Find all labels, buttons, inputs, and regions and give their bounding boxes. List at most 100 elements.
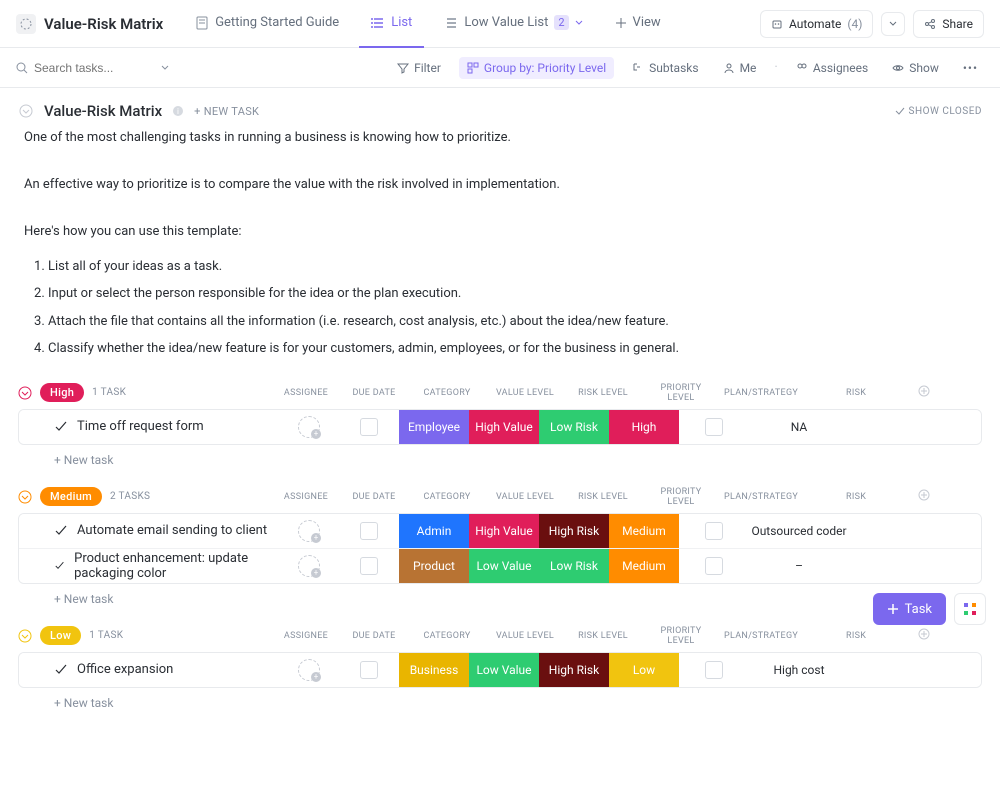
plan-attach[interactable] xyxy=(705,557,723,575)
automate-dropdown[interactable] xyxy=(881,12,905,36)
check-icon[interactable] xyxy=(55,421,67,433)
add-task-button[interactable]: + New task xyxy=(18,445,982,467)
group-medium: Medium 2 TASKS ASSIGNEE DUE DATE CATEGOR… xyxy=(18,481,982,606)
value-level-cell[interactable]: High Value xyxy=(469,514,539,548)
filter-button[interactable]: Filter xyxy=(391,57,447,79)
risk-level-cell[interactable]: High Risk xyxy=(539,514,609,548)
more-menu[interactable]: ••• xyxy=(957,57,984,79)
due-date-add[interactable] xyxy=(360,661,378,679)
risk-text[interactable]: NA xyxy=(749,420,849,434)
tab-add-view[interactable]: View xyxy=(603,0,673,48)
due-date-add[interactable] xyxy=(360,418,378,436)
col-assignee: ASSIGNEE xyxy=(276,631,336,641)
value-level-cell[interactable]: High Value xyxy=(469,410,539,444)
col-category: CATEGORY xyxy=(412,388,482,398)
tab-low-value-list[interactable]: Low Value List 2 xyxy=(432,0,594,48)
priority-cell[interactable]: Medium xyxy=(609,549,679,583)
step-item: Classify whether the idea/new feature is… xyxy=(48,335,976,362)
task-row[interactable]: Time off request form Employee High Valu… xyxy=(19,410,981,444)
list-icon xyxy=(16,14,36,34)
subtasks-button[interactable]: Subtasks xyxy=(626,57,704,79)
step-item: Input or select the person responsible f… xyxy=(48,280,976,307)
tab-getting-started[interactable]: Getting Started Guide xyxy=(183,0,351,48)
category-cell[interactable]: Business xyxy=(399,653,469,687)
col-value-level: VALUE LEVEL xyxy=(490,388,560,398)
new-task-link[interactable]: + NEW TASK xyxy=(194,105,259,118)
risk-level-cell[interactable]: Low Risk xyxy=(539,549,609,583)
search-input[interactable] xyxy=(34,61,154,75)
priority-cell[interactable]: Medium xyxy=(609,514,679,548)
due-date-add[interactable] xyxy=(360,557,378,575)
col-value-level: VALUE LEVEL xyxy=(490,631,560,641)
collapse-icon[interactable] xyxy=(18,629,32,643)
share-button[interactable]: Share xyxy=(913,10,984,38)
category-cell[interactable]: Employee xyxy=(399,410,469,444)
filter-icon xyxy=(397,62,409,74)
list-view-icon xyxy=(444,16,458,30)
risk-text[interactable]: – xyxy=(749,559,849,573)
add-column-button[interactable] xyxy=(914,628,934,643)
page-title: Value-Risk Matrix xyxy=(44,15,163,33)
task-rows: Time off request form Employee High Valu… xyxy=(18,409,982,445)
check-icon[interactable] xyxy=(55,560,64,572)
new-task-fab[interactable]: Task xyxy=(873,593,946,625)
assignee-add[interactable] xyxy=(298,659,320,681)
task-rows: Automate email sending to client Admin H… xyxy=(18,513,982,584)
chevron-down-icon[interactable] xyxy=(18,103,34,119)
add-column-button[interactable] xyxy=(914,385,934,400)
col-risk: RISK xyxy=(806,388,906,398)
col-priority-level: PRIORITY LEVEL xyxy=(646,487,716,507)
due-date-add[interactable] xyxy=(360,522,378,540)
risk-text[interactable]: High cost xyxy=(749,663,849,677)
category-cell[interactable]: Admin xyxy=(399,514,469,548)
assignee-add[interactable] xyxy=(298,416,320,438)
collapse-icon[interactable] xyxy=(18,386,32,400)
automate-button[interactable]: Automate (4) xyxy=(760,10,873,38)
add-column-button[interactable] xyxy=(914,489,934,504)
me-button[interactable]: Me xyxy=(717,57,763,79)
chevron-down-icon[interactable] xyxy=(160,63,170,73)
person-icon xyxy=(723,62,735,74)
search-box[interactable] xyxy=(16,61,170,75)
col-plan: PLAN/STRATEGY xyxy=(724,492,798,502)
task-row[interactable]: Product enhancement: update packaging co… xyxy=(19,549,981,583)
collapse-icon[interactable] xyxy=(18,490,32,504)
task-name: Time off request form xyxy=(77,419,204,434)
priority-cell[interactable]: High xyxy=(609,410,679,444)
col-due-date: DUE DATE xyxy=(344,388,404,398)
assignee-add[interactable] xyxy=(298,555,320,577)
show-closed-toggle[interactable]: SHOW CLOSED xyxy=(895,106,982,117)
info-icon[interactable]: i xyxy=(172,105,184,117)
plan-attach[interactable] xyxy=(705,418,723,436)
assignees-button[interactable]: Assignees xyxy=(790,57,874,79)
tab-list[interactable]: List xyxy=(359,0,424,48)
plan-attach[interactable] xyxy=(705,661,723,679)
group-by-button[interactable]: Group by: Priority Level xyxy=(459,57,614,79)
apps-fab[interactable] xyxy=(954,593,986,625)
add-task-button[interactable]: + New task xyxy=(18,688,982,710)
task-row[interactable]: Office expansion Business Low Value High… xyxy=(19,653,981,687)
col-plan: PLAN/STRATEGY xyxy=(724,631,798,641)
show-button[interactable]: Show xyxy=(886,57,945,79)
assignee-add[interactable] xyxy=(298,520,320,542)
check-icon[interactable] xyxy=(55,664,67,676)
check-icon[interactable] xyxy=(55,525,67,537)
add-task-button[interactable]: + New task xyxy=(18,584,982,606)
risk-level-cell[interactable]: High Risk xyxy=(539,653,609,687)
priority-badge[interactable]: High xyxy=(40,383,84,402)
list-title: Value-Risk Matrix xyxy=(44,102,162,120)
category-cell[interactable]: Product xyxy=(399,549,469,583)
risk-level-cell[interactable]: Low Risk xyxy=(539,410,609,444)
risk-text[interactable]: Outsourced coder xyxy=(749,524,849,538)
priority-cell[interactable]: Low xyxy=(609,653,679,687)
value-level-cell[interactable]: Low Value xyxy=(469,549,539,583)
priority-badge[interactable]: Low xyxy=(40,626,81,645)
robot-icon xyxy=(771,18,783,30)
chevron-down-icon xyxy=(575,19,583,27)
task-row[interactable]: Automate email sending to client Admin H… xyxy=(19,514,981,549)
priority-badge[interactable]: Medium xyxy=(40,487,102,506)
plan-attach[interactable] xyxy=(705,522,723,540)
col-priority-level: PRIORITY LEVEL xyxy=(646,626,716,646)
col-risk-level: RISK LEVEL xyxy=(568,631,638,641)
value-level-cell[interactable]: Low Value xyxy=(469,653,539,687)
